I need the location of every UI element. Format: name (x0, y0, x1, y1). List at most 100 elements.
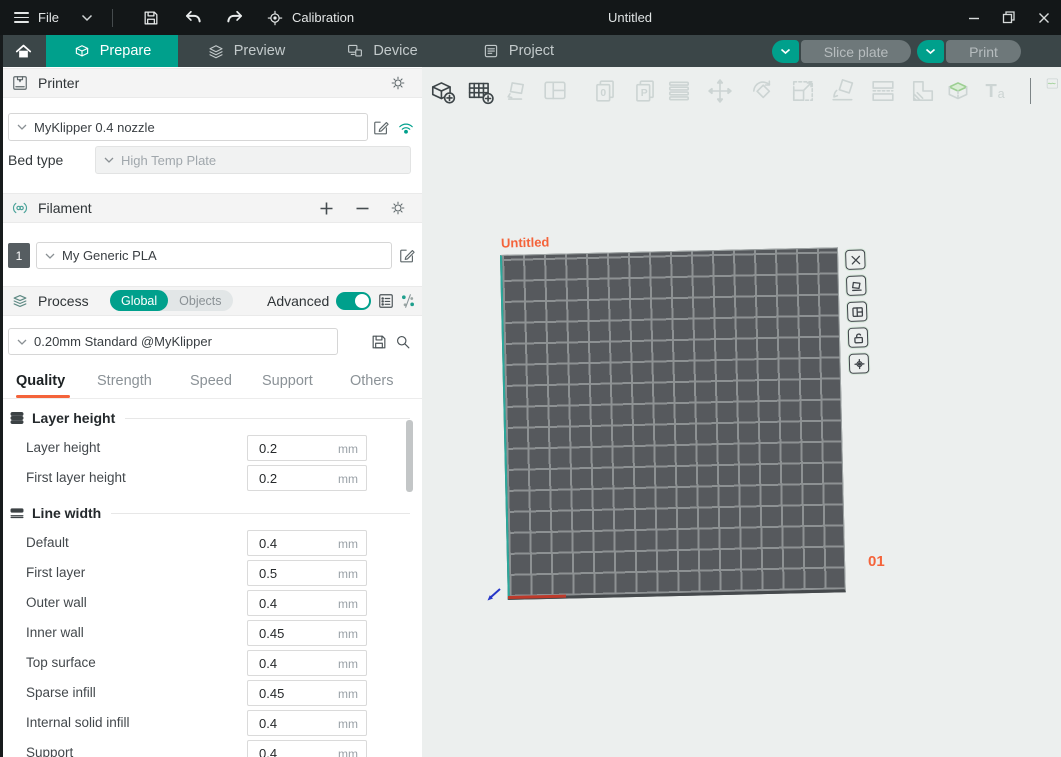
print-button[interactable]: Print (917, 40, 1021, 63)
rotate-tool-icon[interactable] (748, 76, 778, 106)
param-input[interactable]: 0.4mm (247, 530, 367, 556)
tab-quality[interactable]: Quality (16, 373, 65, 389)
assembly-cube-icon[interactable] (943, 76, 973, 106)
auto-orient-icon[interactable] (503, 76, 533, 106)
svg-text:a: a (998, 87, 1006, 101)
print-label[interactable]: Print (946, 40, 1021, 63)
plate-delete-icon[interactable] (845, 249, 866, 270)
param-label: Internal solid infill (26, 715, 130, 730)
add-filament-icon[interactable] (316, 198, 336, 218)
tab-prepare[interactable]: Prepare (46, 35, 178, 67)
wifi-icon[interactable] (396, 118, 416, 138)
param-input[interactable]: 0.45mm (247, 620, 367, 646)
plate-settings-gear-icon[interactable] (849, 353, 870, 374)
param-row: First layer height0.2mm (0, 465, 422, 492)
param-label: Outer wall (26, 595, 87, 610)
close-button[interactable] (1026, 0, 1061, 35)
undo-icon[interactable] (183, 8, 203, 28)
param-input[interactable]: 0.4mm (247, 740, 367, 757)
param-input[interactable]: 0.5mm (247, 560, 367, 586)
filament-slot-badge[interactable]: 1 (8, 243, 30, 268)
print-dropdown-icon[interactable] (917, 40, 944, 63)
remove-filament-icon[interactable] (352, 198, 372, 218)
tab-others[interactable]: Others (350, 373, 394, 389)
param-row: Top surface0.4mm (0, 650, 422, 677)
bed-type-select[interactable]: High Temp Plate (95, 146, 411, 174)
arrange-layout-icon[interactable] (540, 76, 570, 106)
variable-region-icon[interactable] (908, 76, 938, 106)
param-input[interactable]: 0.4mm (247, 650, 367, 676)
add-plate-icon[interactable] (465, 76, 495, 106)
param-input[interactable]: 0.45mm (247, 680, 367, 706)
param-input[interactable]: 0.4mm (247, 710, 367, 736)
param-value: 0.2 (259, 441, 277, 456)
tab-strength[interactable]: Strength (97, 373, 152, 389)
menu-icon[interactable] (14, 12, 29, 23)
move-tool-icon[interactable] (705, 76, 735, 106)
tab-project[interactable]: Project (450, 35, 586, 67)
minimize-button[interactable] (956, 0, 991, 35)
tab-support[interactable]: Support (262, 373, 313, 389)
param-input[interactable]: 0.2mm (247, 465, 367, 491)
advanced-toggle[interactable] (336, 292, 371, 310)
scope-objects[interactable]: Objects (168, 290, 232, 311)
slice-plate-button[interactable]: Slice plate (772, 40, 911, 63)
measure-icon[interactable] (1046, 76, 1061, 106)
text-tool-icon[interactable]: Ta (982, 76, 1012, 106)
compare-presets-icon[interactable] (398, 291, 418, 311)
save-icon[interactable] (141, 8, 161, 28)
save-preset-icon[interactable] (369, 332, 389, 352)
process-scope-toggle[interactable]: Global Objects (110, 290, 233, 311)
import-0-icon[interactable]: 0 (590, 76, 620, 106)
filament-section-title: Filament (38, 200, 92, 216)
lay-on-face-icon[interactable] (828, 76, 858, 106)
filament-icon (10, 198, 30, 218)
filament-edit-icon[interactable] (397, 246, 417, 266)
plate-lock-icon[interactable] (848, 327, 869, 348)
tab-device[interactable]: Device (314, 35, 450, 67)
tab-speed[interactable]: Speed (190, 373, 232, 389)
active-tab-underline (16, 395, 70, 398)
param-input[interactable]: 0.2mm (247, 435, 367, 461)
plate-name-label[interactable]: Untitled (501, 234, 550, 250)
slice-plate-label[interactable]: Slice plate (801, 40, 911, 63)
printer-edit-icon[interactable] (371, 118, 391, 138)
build-plate[interactable] (500, 247, 846, 600)
plate-orient-icon[interactable] (846, 275, 867, 296)
sidebar: Printer MyKlipper 0.4 nozzle Bed type Hi… (0, 67, 422, 757)
scrollbar-thumb[interactable] (406, 420, 413, 492)
filament-settings-gear-icon[interactable] (388, 198, 408, 218)
filament-preset-select[interactable]: My Generic PLA (36, 242, 392, 269)
calibration-button[interactable]: Calibration (266, 9, 354, 27)
printer-preset-select[interactable]: MyKlipper 0.4 nozzle (8, 113, 368, 141)
params-panel: Layer heightLayer height0.2mmFirst layer… (0, 399, 422, 757)
file-menu[interactable]: File (38, 10, 59, 25)
printer-preset-value: MyKlipper 0.4 nozzle (34, 120, 155, 135)
slice-dropdown-icon[interactable] (772, 40, 799, 63)
split-object-icon[interactable] (868, 76, 898, 106)
printer-settings-gear-icon[interactable] (388, 73, 408, 93)
search-icon[interactable] (393, 332, 413, 352)
plate-arrange-icon[interactable] (847, 301, 868, 322)
layers-list-icon[interactable] (664, 76, 694, 106)
param-section-layer-height[interactable]: Layer height (8, 407, 410, 429)
tab-preview[interactable]: Preview (178, 35, 314, 67)
advanced-label: Advanced (267, 293, 329, 309)
param-section-line-width[interactable]: Line width (8, 502, 410, 524)
param-input[interactable]: 0.4mm (247, 590, 367, 616)
chevron-down-icon[interactable] (81, 14, 93, 22)
layer-height-icon (8, 409, 26, 427)
redo-icon[interactable] (225, 8, 245, 28)
process-preset-select[interactable]: 0.20mm Standard @MyKlipper (8, 328, 338, 355)
viewport-3d[interactable]: 0 P Ta Untitled 01 (422, 67, 1061, 757)
scale-tool-icon[interactable] (788, 76, 818, 106)
param-unit: mm (338, 567, 358, 581)
restore-button[interactable] (991, 0, 1026, 35)
home-button[interactable] (0, 35, 46, 67)
add-object-icon[interactable] (427, 76, 457, 106)
window-left-border (0, 35, 3, 757)
import-p-icon[interactable]: P (630, 76, 660, 106)
preset-list-icon[interactable] (376, 291, 396, 311)
scope-global[interactable]: Global (110, 290, 168, 311)
process-icon (10, 291, 30, 311)
